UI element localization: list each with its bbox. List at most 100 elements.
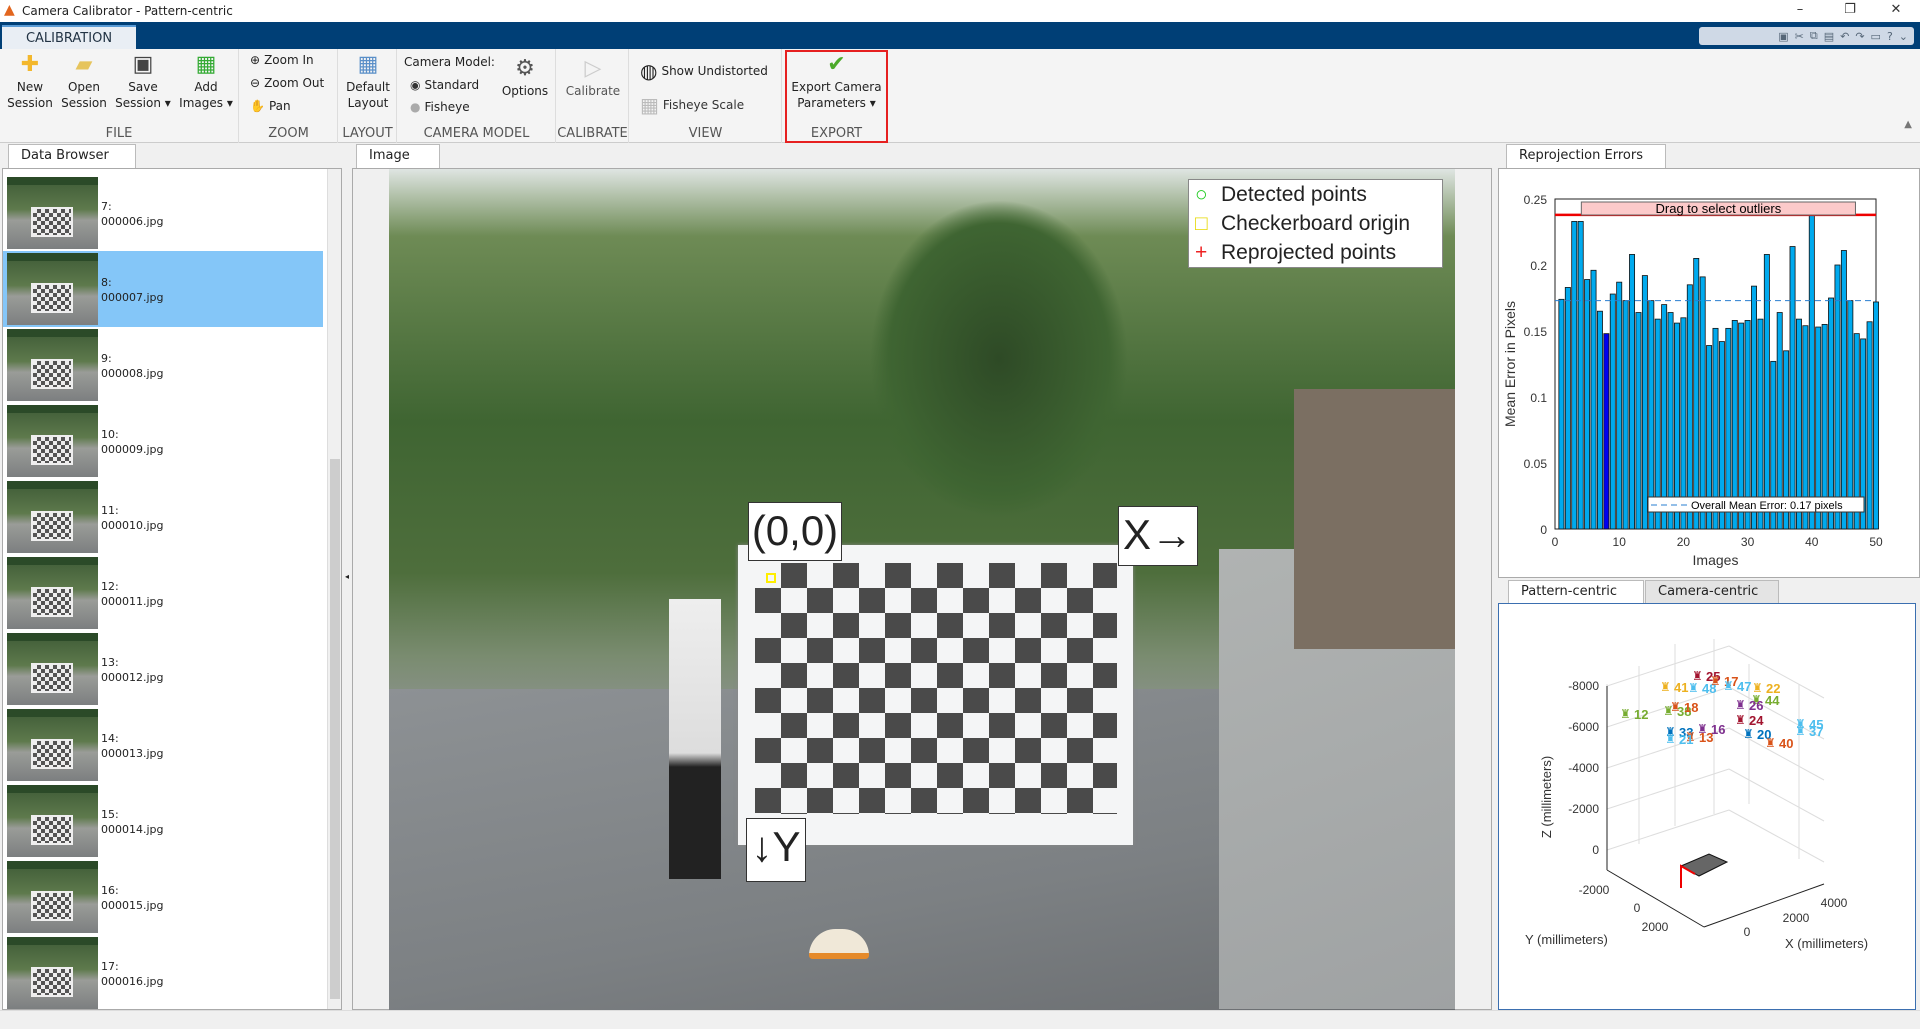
save-icon[interactable]: ▣ [1778,30,1788,43]
bar-image-43[interactable] [1828,297,1835,530]
new-session-button[interactable]: ✚ New Session [4,53,56,111]
bar-image-21[interactable] [1686,284,1693,530]
copy-icon[interactable]: ⧉ [1810,29,1818,43]
save-session-button[interactable]: ▣ Save Session ▾ [114,53,172,111]
thumbnail-item[interactable]: 7: 000006.jpg [3,175,323,251]
camera-icon: ♜ [1743,727,1754,741]
bar-image-14[interactable] [1641,275,1648,530]
thumbnail-item[interactable]: 11: 000010.jpg [3,479,323,555]
reprojection-bar-chart[interactable]: Drag to select outliers 0 0.05 0.1 0.15 0.2 0.… [1499,169,1920,579]
tab-reprojection-errors[interactable]: Reprojection Errors ✕ [1506,144,1666,185]
cut-icon[interactable]: ✂ [1795,30,1804,43]
calibration-image[interactable]: ○ Detected points □ Checkerboard origin + R… [389,169,1455,1010]
bar-image-3[interactable] [1571,221,1578,530]
bar-image-4[interactable] [1577,221,1584,530]
bar-image-6[interactable] [1590,269,1597,530]
thumbnail-item[interactable]: 10: 000009.jpg [3,403,323,479]
restore-button[interactable]: ❐ [1830,0,1870,22]
bar-image-45[interactable] [1840,250,1847,530]
thumbnail-label: 13: 000012.jpg [101,656,164,684]
help-icon[interactable]: ? [1887,30,1893,43]
fisheye-radio[interactable]: ● Fisheye [410,100,470,114]
y-tick-label: 0.25 [1524,193,1548,207]
bar-image-12[interactable] [1629,254,1636,530]
default-layout-button[interactable]: ▦ Default Layout [341,53,395,111]
zoom-in-button[interactable]: ⊕ Zoom In [250,53,314,67]
camera-label: 21 [1679,732,1693,747]
bar-image-44[interactable] [1834,264,1841,530]
show-undistorted-button[interactable]: ◍ Show Undistorted [640,59,768,83]
expand-icon[interactable]: ⌄ [1899,30,1908,43]
bar-image-50[interactable] [1873,301,1879,530]
bar-image-5[interactable] [1584,279,1591,530]
standard-radio[interactable]: ◉ Standard [410,78,479,92]
calibrate-button[interactable]: ▷ Calibrate [563,57,623,99]
bar-image-33[interactable] [1763,254,1770,530]
extrinsics-3d-plot[interactable]: -8000-6000-4000-20000-200002000 020004000… [1499,604,1917,1011]
bar-image-11[interactable] [1622,300,1629,530]
scrollbar-thumb[interactable] [330,459,340,999]
collapse-toolstrip-icon[interactable]: ▲ [1904,119,1912,130]
thumbnail-item[interactable]: 15: 000014.jpg [3,783,323,859]
layout-icon[interactable]: ▭ [1871,30,1881,43]
x-tick-label: 40 [1805,535,1819,549]
thumbnail-item[interactable]: 17: 000016.jpg [3,935,323,1009]
thumbnail-item[interactable]: 14: 000013.jpg [3,707,323,783]
bar-image-8[interactable] [1603,333,1610,530]
pan-button[interactable]: ✋ Pan [250,99,291,113]
y-axis-label: Mean Error in Pixels [1502,301,1518,427]
tab-data-browser[interactable]: Data Browser [8,144,136,168]
square-icon: □ [1195,211,1208,235]
thumbnail-image [7,253,98,325]
bar-image-17[interactable] [1661,304,1668,530]
open-session-button[interactable]: ▰ Open Session [58,53,110,111]
thumbnail-label: 14: 000013.jpg [101,732,164,760]
zoom-out-button[interactable]: ⊖ Zoom Out [250,76,324,90]
thumbnail-label: 11: 000010.jpg [101,504,164,532]
minimize-button[interactable]: – [1780,0,1820,22]
bar-image-2[interactable] [1564,287,1571,530]
group-label: CALIBRATE [557,126,628,141]
thumbnail-image [7,709,98,781]
bar-image-40[interactable] [1808,213,1815,530]
bar-image-13[interactable] [1635,312,1642,530]
bar-image-46[interactable] [1847,300,1854,530]
close-button[interactable]: ✕ [1876,0,1916,22]
camera-label: 47 [1737,679,1751,694]
bar-image-10[interactable] [1616,281,1623,530]
thumbnail-image [7,937,98,1009]
bar-image-7[interactable] [1596,310,1603,530]
bar-image-49[interactable] [1866,321,1873,530]
y-axis-label: ↓Y [746,818,806,882]
paste-icon[interactable]: ▤ [1824,30,1834,43]
origin-marker [766,573,776,583]
thumbnail-item[interactable]: 12: 000011.jpg [3,555,323,631]
camera-icon: ♜ [1660,680,1671,694]
thumbnail-item[interactable]: 13: 000012.jpg [3,631,323,707]
bar-image-15[interactable] [1648,300,1655,530]
bar-image-37[interactable] [1789,246,1796,530]
fisheye-scale-button[interactable]: ▦ Fisheye Scale [640,93,744,117]
bar-image-22[interactable] [1693,258,1700,530]
y-axis [1606,869,1705,928]
bar-image-31[interactable] [1751,285,1757,530]
splitter-handle[interactable]: ◂ [345,572,349,581]
thumbnail-item[interactable]: 9: 000008.jpg [3,327,323,403]
y-tick-label: -2000 [1579,883,1610,897]
tab-pattern-centric[interactable]: Pattern-centric ✕ [1508,580,1644,621]
tab-camera-centric[interactable]: Camera-centric ✕ [1645,580,1779,621]
tab-calibration[interactable]: CALIBRATION [2,25,136,49]
bar-image-23[interactable] [1699,276,1706,530]
thumbnail-item[interactable]: 16: 000015.jpg [3,859,323,935]
tab-image[interactable]: Image [356,144,440,168]
add-images-button[interactable]: ▦ Add Images ▾ [176,53,236,111]
redo-icon[interactable]: ↷ [1855,30,1864,43]
grid-line [1606,768,1730,810]
bar-image-9[interactable] [1609,293,1616,530]
bar-image-1[interactable] [1558,298,1565,530]
thumbnail-item[interactable]: 8: 000007.jpg [3,251,323,327]
undo-icon[interactable]: ↶ [1840,30,1849,43]
scrollbar[interactable] [327,169,341,1009]
z-axis-label: Z (millimeters) [1539,756,1554,838]
options-button[interactable]: ⚙ Options [498,57,552,99]
